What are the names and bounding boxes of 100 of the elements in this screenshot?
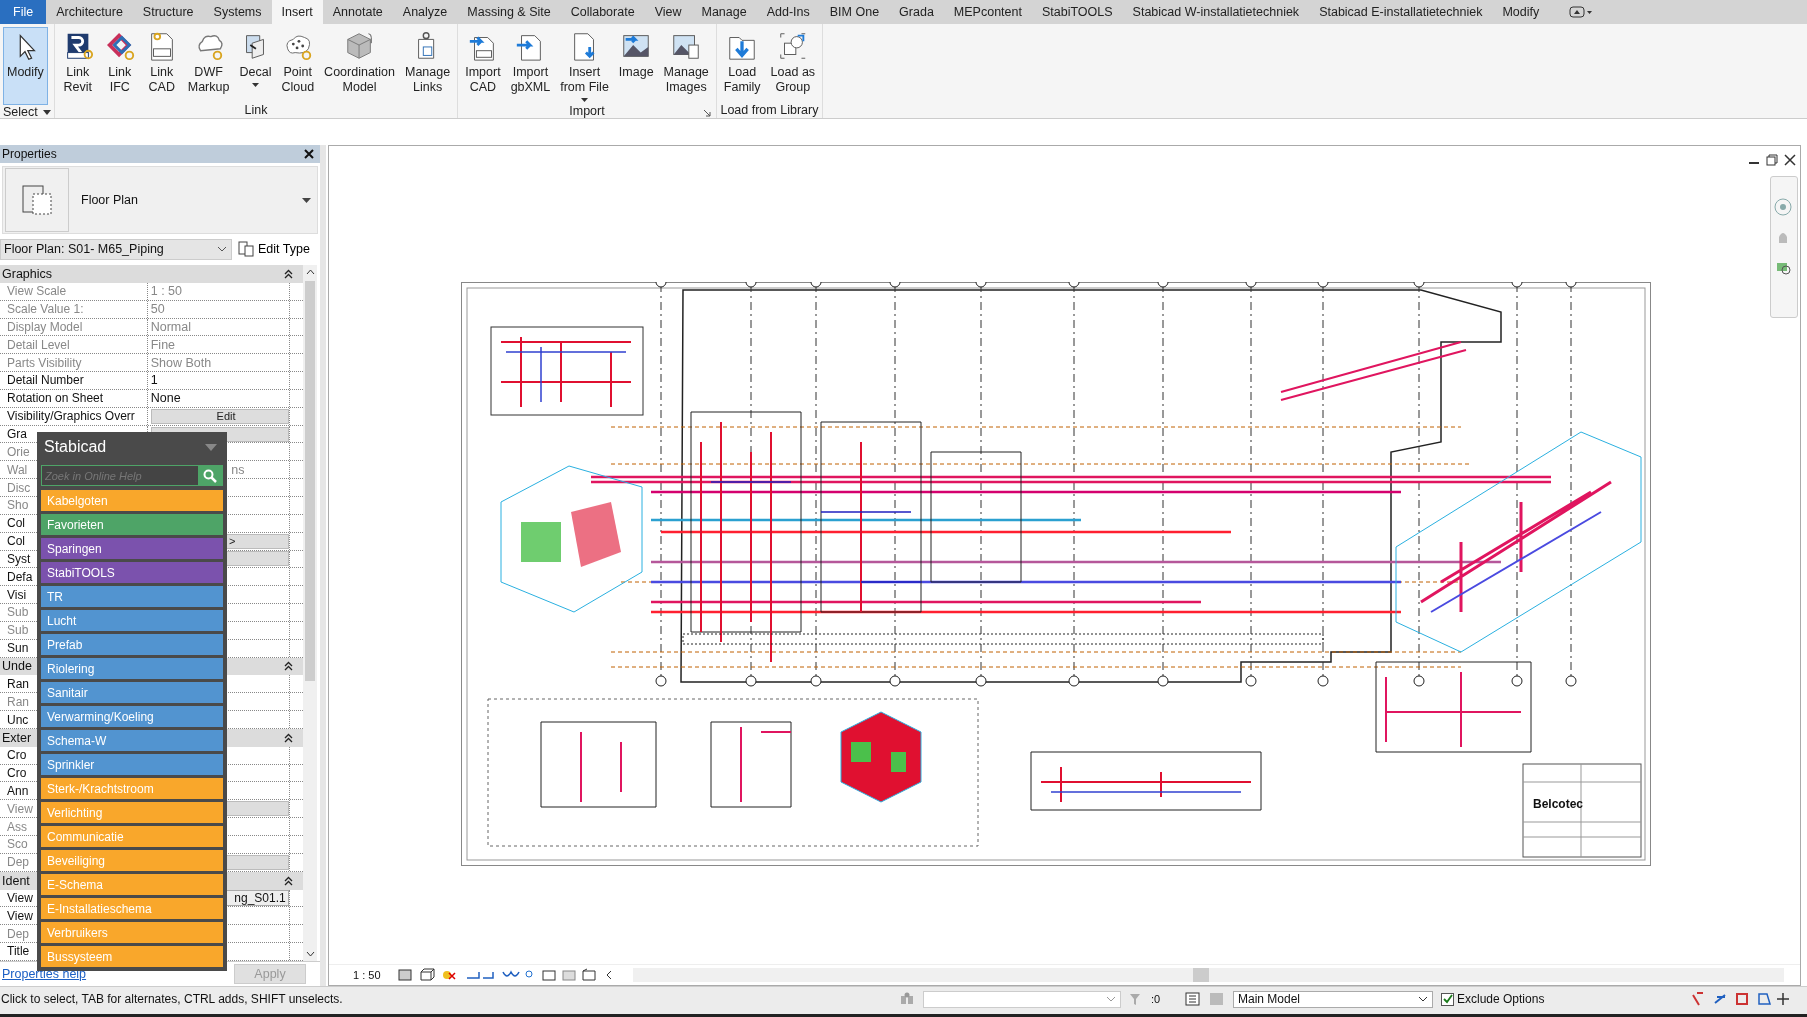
ribbon-button[interactable]: Load as Group [766, 27, 820, 101]
property-label: Orie [7, 444, 30, 459]
property-value: ns [231, 462, 245, 477]
ribbon-button[interactable]: Decal [235, 27, 276, 101]
ribbon-tab[interactable]: Annotate [322, 0, 393, 24]
scroll-down-icon[interactable] [305, 951, 315, 957]
model-dropdown[interactable]: Main Model [1233, 990, 1433, 1008]
status-message: Click to select, TAB for alternates, CTRL adds, SHIFT unselects. [0, 992, 344, 1006]
property-label: Visi [7, 587, 27, 602]
property-label: Rotation on Sheet [7, 391, 104, 406]
property-label: Parts Visibility [7, 355, 82, 370]
property-label: Title [7, 944, 30, 959]
property-label: Sub [7, 605, 29, 620]
chevron-down-icon [217, 246, 227, 252]
type-selector[interactable]: Floor Plan [2, 166, 318, 234]
ribbon-button[interactable]: Import gbXML [506, 27, 555, 104]
caret-icon [302, 197, 311, 203]
property-label: Detail Level [7, 337, 70, 352]
ribbon-tab[interactable]: Insert [271, 0, 323, 24]
collapse-icon[interactable] [284, 732, 293, 743]
ribbon-button[interactable]: Load Family [719, 27, 765, 101]
ribbon-button[interactable]: Link Revit [57, 27, 98, 101]
property-label: View [7, 908, 33, 923]
restore-icon[interactable] [1766, 154, 1778, 166]
ribbon-tab[interactable]: BIM One [819, 0, 890, 24]
ribbon-tab[interactable]: Stabicad W-installatietechniek [1122, 0, 1310, 24]
edit-type-button[interactable]: Edit Type [238, 241, 310, 257]
ribbon-tab[interactable]: Analyze [392, 0, 458, 24]
property-label: Disc [7, 480, 31, 495]
ribbon-tab[interactable]: StabiTOOLS [1031, 0, 1123, 24]
ribbon-tab[interactable]: Grada [889, 0, 944, 24]
property-label: Sub [7, 623, 29, 638]
view-scale[interactable]: 1 : 50 [353, 969, 381, 981]
ribbon-tab[interactable]: Massing & Site [457, 0, 561, 24]
property-label: Ann [7, 783, 29, 798]
menu-item[interactable]: Sparingen [41, 538, 223, 559]
scrollbar[interactable] [303, 265, 317, 961]
ribbon-button[interactable]: Manage Links [401, 27, 455, 101]
property-label: Scale Value 1: [7, 302, 84, 317]
ribbon-button[interactable]: DWF Markup [183, 27, 234, 101]
ribbon-tab[interactable]: File [0, 0, 47, 24]
section-header[interactable]: Unde [2, 659, 32, 674]
property-label: Dep [7, 855, 29, 870]
ribbon-button[interactable]: Insert from File [556, 27, 613, 104]
close-icon[interactable] [304, 149, 314, 159]
checkmark-icon [1442, 994, 1453, 1004]
dialog-launcher-icon[interactable] [703, 110, 711, 117]
ribbon-tab[interactable]: MEPcontent [943, 0, 1032, 24]
ribbon-button[interactable]: Image [614, 27, 658, 104]
property-button[interactable]: Edit [150, 408, 289, 424]
ribbon-tab[interactable]: Manage [691, 0, 757, 24]
property-label: Cro [7, 748, 27, 763]
panel-menu[interactable]: Select [3, 105, 51, 119]
section-header[interactable]: Graphics [2, 266, 53, 281]
ribbon-tab[interactable]: Systems [203, 0, 272, 24]
close-icon[interactable] [1784, 154, 1796, 166]
ribbon-button[interactable]: Link IFC [99, 27, 140, 101]
instance-dropdown[interactable]: Floor Plan: S01- M65_Piping [0, 238, 232, 260]
panel-label: Load from Library [720, 102, 819, 117]
horizontal-scrollbar[interactable] [632, 968, 1784, 982]
ribbon-tab[interactable]: Modify [1492, 0, 1550, 24]
ribbon-button[interactable]: Manage Images [659, 27, 713, 104]
property-label: View Scale [7, 284, 67, 299]
property-label: Defa [7, 569, 33, 584]
ribbon-tab[interactable]: Stabicad E-installatietechniek [1309, 0, 1493, 24]
property-value: None [150, 391, 181, 406]
ribbon-tab[interactable]: Collaborate [560, 0, 645, 24]
caret-icon [581, 98, 589, 102]
ribbon-button[interactable]: Import CAD [461, 27, 505, 104]
property-value: Fine [150, 337, 176, 352]
collapse-icon[interactable] [284, 661, 293, 672]
property-value: 1 : 50 [150, 284, 182, 299]
menu-item[interactable]: StabiTOOLS [41, 562, 223, 583]
property-value: Normal [150, 319, 191, 334]
ribbon-button[interactable]: Coordination Model [320, 27, 399, 101]
ribbon-tab[interactable]: Add-Ins [756, 0, 820, 24]
property-label: Sco [7, 837, 28, 852]
floor-plan-icon [21, 184, 53, 216]
property-label: View [7, 801, 33, 816]
property-label: Display Model [7, 319, 83, 334]
property-label: Syst [7, 551, 31, 566]
ribbon-tab[interactable]: Architecture [46, 0, 133, 24]
company-logo-text: Belcotec [1533, 797, 1584, 811]
ribbon-button[interactable]: Point Cloud [277, 27, 319, 101]
ribbon-button[interactable]: Link CAD [141, 27, 182, 101]
property-label: Detail Number [7, 373, 84, 388]
collapse-icon[interactable] [284, 875, 293, 886]
scroll-up-icon[interactable] [305, 269, 315, 275]
panel-label: Link [244, 102, 268, 117]
exclude-options-checkbox[interactable]: Exclude Options [1441, 992, 1621, 1006]
editing-requests-icon[interactable] [1185, 992, 1201, 1006]
ribbon-tab[interactable]: View [644, 0, 692, 24]
property-label: Wal [7, 462, 28, 477]
property-label: Cro [7, 766, 27, 781]
ribbon-button[interactable]: Modify [3, 27, 48, 105]
section-header[interactable]: Ident [2, 873, 30, 888]
ribbon-tab[interactable]: Structure [132, 0, 204, 24]
panel-toggle-icon[interactable] [1569, 6, 1594, 18]
section-header[interactable]: Exter [2, 730, 32, 745]
collapse-icon[interactable] [284, 268, 293, 279]
